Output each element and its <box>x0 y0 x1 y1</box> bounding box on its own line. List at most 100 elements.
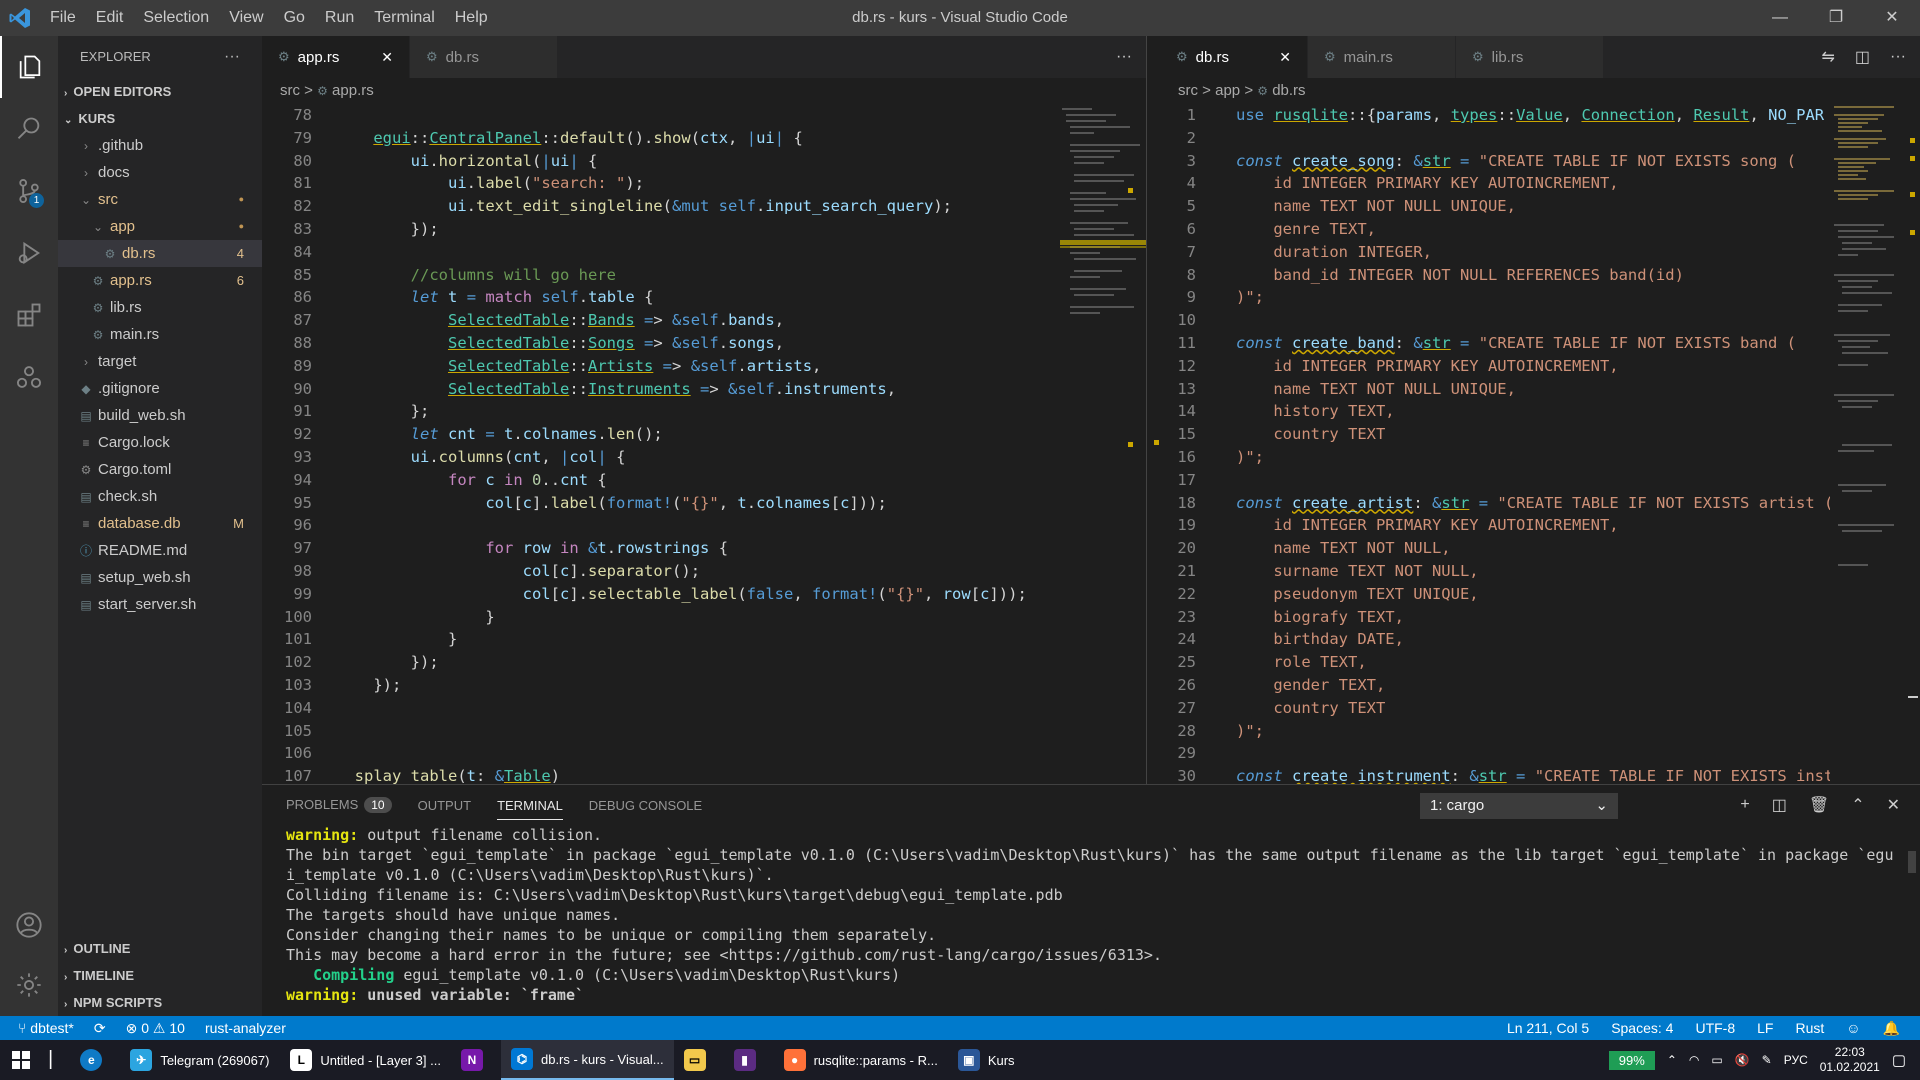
taskbar-app[interactable]: ✈ Telegram (269067) <box>120 1040 280 1080</box>
task-view-button[interactable]: ▏ <box>42 1040 70 1080</box>
tree-item[interactable]: ▤ build_web.sh <box>58 402 262 429</box>
compare-changes-icon[interactable]: ⇋ <box>1821 47 1834 67</box>
tree-item[interactable]: ⌄ src ● <box>58 186 262 213</box>
breadcrumb-item[interactable]: app.rs <box>332 82 374 99</box>
tree-item[interactable]: ⚙ db.rs 4 <box>58 240 262 267</box>
editor-tab[interactable]: ⚙ lib.rs <box>1456 36 1604 78</box>
editor-tab[interactable]: ⚙ db.rs <box>410 36 558 78</box>
workspace-root-section[interactable]: ⌄ KURS <box>58 105 262 132</box>
code-area-left[interactable]: 78 79 egui::CentralPanel::default().show(… <box>262 104 1146 788</box>
taskbar-app[interactable]: ▣ Kurs <box>948 1040 1108 1080</box>
terminal-select[interactable]: 1: cargo ⌄ <box>1420 793 1618 819</box>
tab-close-button[interactable]: ✕ <box>367 49 393 66</box>
tree-item[interactable]: ⚙ main.rs <box>58 321 262 348</box>
cursor-position[interactable]: Ln 211, Col 5 <box>1507 1016 1589 1040</box>
npm-scripts-section[interactable]: › NPM SCRIPTS <box>58 989 262 1016</box>
menu-item-file[interactable]: File <box>40 9 86 27</box>
branch-status[interactable]: ⑂ dbtest* <box>18 1016 74 1040</box>
notifications-bell-icon[interactable]: 🔔 <box>1883 1016 1900 1040</box>
terminal-output[interactable]: warning: output filename collision. The b… <box>262 825 1920 1005</box>
split-editor-icon[interactable]: ◫ <box>1855 47 1870 67</box>
input-language[interactable]: РУС <box>1784 1053 1808 1067</box>
feedback-icon[interactable]: ☺ <box>1846 1016 1860 1040</box>
problems-status[interactable]: ⊗ 0 ⚠ 10 <box>126 1016 185 1040</box>
breadcrumb-item[interactable]: src <box>280 82 300 99</box>
tab-close-button[interactable]: ✕ <box>1265 49 1291 66</box>
edge-taskbar-icon[interactable]: e <box>70 1040 120 1080</box>
minimap-right[interactable] <box>1832 104 1902 784</box>
tree-item[interactable]: ⌄ app ● <box>58 213 262 240</box>
tree-item[interactable]: ▤ check.sh <box>58 483 262 510</box>
new-terminal-button[interactable]: + <box>1740 796 1749 814</box>
menu-item-go[interactable]: Go <box>274 9 315 27</box>
open-editors-section[interactable]: › OPEN EDITORS <box>58 78 262 105</box>
explorer-more-button[interactable]: ··· <box>224 36 240 78</box>
source-control-activity[interactable]: 1 <box>0 160 58 222</box>
sync-button[interactable]: ⟳ <box>94 1016 106 1040</box>
eol-status[interactable]: LF <box>1757 1016 1773 1040</box>
breadcrumb-item[interactable]: app <box>1215 82 1240 99</box>
extensions-activity[interactable] <box>0 284 58 346</box>
taskbar-app[interactable]: ⌬ db.rs - kurs - Visual... <box>500 1040 674 1080</box>
encoding-status[interactable]: UTF-8 <box>1695 1016 1735 1040</box>
terminal-scrollbar[interactable] <box>1908 851 1916 873</box>
language-status[interactable]: Rust <box>1795 1016 1824 1040</box>
tree-item[interactable]: ◆ .gitignore <box>58 375 262 402</box>
tree-item[interactable]: ≡ Cargo.lock <box>58 429 262 456</box>
minimize-button[interactable]: — <box>1752 0 1808 36</box>
tree-item[interactable]: ⚙ lib.rs <box>58 294 262 321</box>
indentation-status[interactable]: Spaces: 4 <box>1611 1016 1673 1040</box>
chevron-up-icon[interactable]: ⌃ <box>1667 1053 1677 1067</box>
tree-item[interactable]: › docs <box>58 159 262 186</box>
action-center-icon[interactable]: ▢ <box>1892 1051 1906 1069</box>
menu-item-help[interactable]: Help <box>445 9 498 27</box>
maximize-panel-button[interactable]: ⌃ <box>1851 795 1864 815</box>
tree-item[interactable]: ▤ setup_web.sh <box>58 564 262 591</box>
taskbar-app[interactable]: ● rusqlite::params - R... <box>774 1040 948 1080</box>
close-window-button[interactable]: ✕ <box>1864 0 1920 36</box>
editor-tab[interactable]: ⚙ db.rs ✕ <box>1160 36 1308 78</box>
battery-icon[interactable]: ▭ <box>1711 1053 1722 1067</box>
timeline-section[interactable]: › TIMELINE <box>58 962 262 989</box>
tree-item[interactable]: › target <box>58 348 262 375</box>
wifi-icon[interactable]: ◠ <box>1689 1053 1699 1067</box>
tree-item[interactable]: ⚙ Cargo.toml <box>58 456 262 483</box>
editor-more-button[interactable]: ··· <box>1116 48 1132 66</box>
search-activity[interactable] <box>0 98 58 160</box>
tab-terminal[interactable]: TERMINAL <box>497 798 563 820</box>
explorer-activity[interactable] <box>0 36 58 98</box>
menu-item-view[interactable]: View <box>219 9 273 27</box>
menu-item-edit[interactable]: Edit <box>86 9 134 27</box>
editor-split-divider[interactable] <box>1146 36 1160 784</box>
tab-problems[interactable]: PROBLEMS 10 <box>286 797 392 813</box>
taskbar-app[interactable]: N <box>451 1040 501 1080</box>
split-terminal-button[interactable]: ◫ <box>1772 795 1787 815</box>
breadcrumb-item[interactable]: src <box>1178 82 1198 99</box>
battery-indicator[interactable]: 99% <box>1608 1050 1655 1070</box>
tree-item[interactable]: ⚙ app.rs 6 <box>58 267 262 294</box>
taskbar-app[interactable]: ▮ <box>724 1040 774 1080</box>
pen-icon[interactable]: ✎ <box>1762 1053 1772 1067</box>
code-area-right[interactable]: 1 use rusqlite::{params, types::Value, Co… <box>1160 104 1830 788</box>
run-debug-activity[interactable] <box>0 222 58 284</box>
rust-analyzer-status[interactable]: rust-analyzer <box>205 1016 286 1040</box>
tab-output[interactable]: OUTPUT <box>418 798 471 813</box>
menu-item-run[interactable]: Run <box>315 9 364 27</box>
tree-item[interactable]: › .github <box>58 132 262 159</box>
remote-activity[interactable] <box>0 346 58 408</box>
tree-item[interactable]: ≡ database.db M <box>58 510 262 537</box>
taskbar-app[interactable]: ▭ <box>674 1040 724 1080</box>
editor-tab[interactable]: ⚙ main.rs <box>1308 36 1456 78</box>
clock[interactable]: 22:03 01.02.2021 <box>1820 1045 1880 1075</box>
editor-more-button[interactable]: ··· <box>1890 48 1906 66</box>
tab-debug-console[interactable]: DEBUG CONSOLE <box>589 798 702 813</box>
editor-tab[interactable]: ⚙ app.rs ✕ <box>262 36 410 78</box>
menu-item-terminal[interactable]: Terminal <box>364 9 444 27</box>
minimap-left[interactable] <box>1060 104 1150 784</box>
accounts-activity[interactable] <box>0 894 58 956</box>
volume-muted-icon[interactable]: 🔇 <box>1735 1053 1750 1067</box>
breadcrumb-item[interactable]: db.rs <box>1272 82 1305 99</box>
kill-terminal-button[interactable]: 🗑 <box>1809 795 1829 815</box>
tree-item[interactable]: ⓘ README.md <box>58 537 262 564</box>
outline-section[interactable]: › OUTLINE <box>58 935 262 962</box>
